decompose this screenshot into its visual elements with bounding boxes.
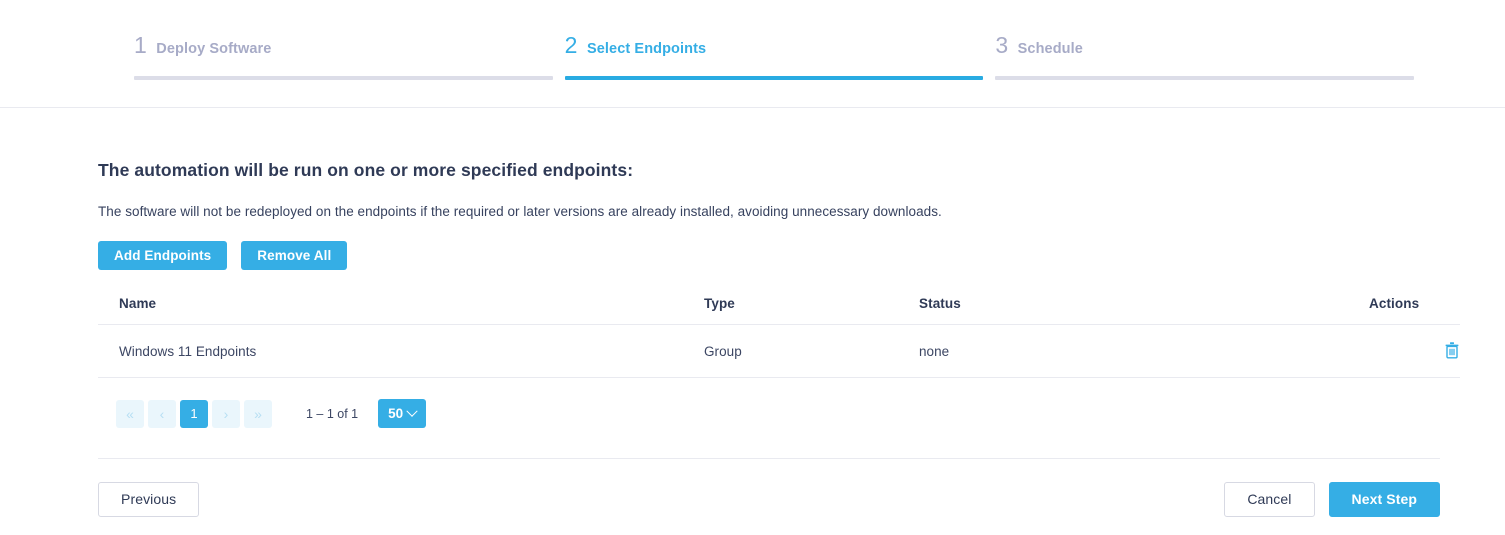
stepper-step-1-number: 1 [134, 32, 148, 58]
pagination-page-1-button[interactable]: 1 [180, 399, 208, 428]
page-size-select[interactable]: 50 [378, 399, 427, 428]
stepper-step-2-title: Select Endpoints [586, 41, 707, 57]
previous-button[interactable]: Previous [98, 482, 200, 517]
cell-status: none [919, 324, 1369, 378]
stepper-step-1-title: Deploy Software [156, 41, 272, 57]
endpoint-actions-toolbar: Add Endpoints Remove All [98, 241, 1440, 270]
column-header-status[interactable]: Status [919, 296, 1369, 325]
endpoints-table-body: Windows 11 Endpoints Group none [98, 324, 1460, 378]
pagination: « ‹ 1 › » 1 – 1 of 1 50 [98, 399, 1440, 428]
column-header-actions: Actions [1369, 296, 1460, 325]
endpoints-table: Name Type Status Actions Windows 11 Endp… [98, 296, 1460, 378]
stepper-step-3[interactable]: 3 Schedule [995, 34, 1415, 80]
page-size-value: 50 [388, 406, 404, 421]
add-endpoints-button[interactable]: Add Endpoints [98, 241, 228, 270]
remove-all-button[interactable]: Remove All [241, 241, 348, 270]
delete-row-button[interactable] [1444, 341, 1460, 359]
wizard-footer: Previous Cancel Next Step [0, 482, 1505, 517]
table-header-row: Name Type Status Actions [98, 296, 1460, 325]
table-row: Windows 11 Endpoints Group none [98, 324, 1460, 378]
stepper-step-1[interactable]: 1 Deploy Software [134, 34, 553, 80]
footer-divider [98, 458, 1440, 459]
pagination-first-button[interactable]: « [116, 399, 144, 428]
pagination-prev-button[interactable]: ‹ [148, 399, 176, 428]
pagination-last-button[interactable]: » [244, 399, 272, 428]
wizard-stepper: 1 Deploy Software 2 Select Endpoints 3 S… [0, 0, 1505, 108]
stepper-steps: 1 Deploy Software 2 Select Endpoints 3 S… [134, 0, 1415, 80]
cell-actions [1369, 324, 1460, 378]
stepper-step-3-bar [995, 76, 1415, 80]
stepper-step-2-number: 2 [564, 32, 578, 58]
cancel-button[interactable]: Cancel [1224, 482, 1315, 517]
stepper-step-3-title: Schedule [1017, 41, 1083, 57]
endpoints-table-head: Name Type Status Actions [98, 296, 1460, 325]
stepper-step-3-label-row: 3 Schedule [995, 34, 1414, 64]
page-title: The automation will be run on one or mor… [98, 160, 634, 180]
column-header-name[interactable]: Name [98, 296, 704, 325]
stepper-step-2[interactable]: 2 Select Endpoints [564, 34, 984, 80]
pagination-next-button[interactable]: › [212, 399, 240, 428]
page-description: The software will not be redeployed on t… [98, 204, 942, 219]
stepper-step-2-label-row: 2 Select Endpoints [565, 34, 984, 64]
main-content: The automation will be run on one or mor… [0, 160, 1460, 428]
cell-type: Group [704, 324, 919, 378]
footer-right-actions: Cancel Next Step [1224, 482, 1440, 517]
trash-icon [1444, 342, 1460, 362]
chevron-down-icon [406, 405, 418, 417]
cell-name: Windows 11 Endpoints [98, 324, 704, 378]
stepper-step-1-bar [134, 76, 553, 80]
pagination-range-text: 1 – 1 of 1 [306, 406, 359, 421]
stepper-step-3-number: 3 [995, 32, 1009, 58]
column-header-type[interactable]: Type [704, 296, 919, 325]
stepper-step-2-bar [564, 76, 984, 80]
next-step-button[interactable]: Next Step [1328, 482, 1440, 517]
stepper-step-1-label-row: 1 Deploy Software [134, 34, 553, 64]
